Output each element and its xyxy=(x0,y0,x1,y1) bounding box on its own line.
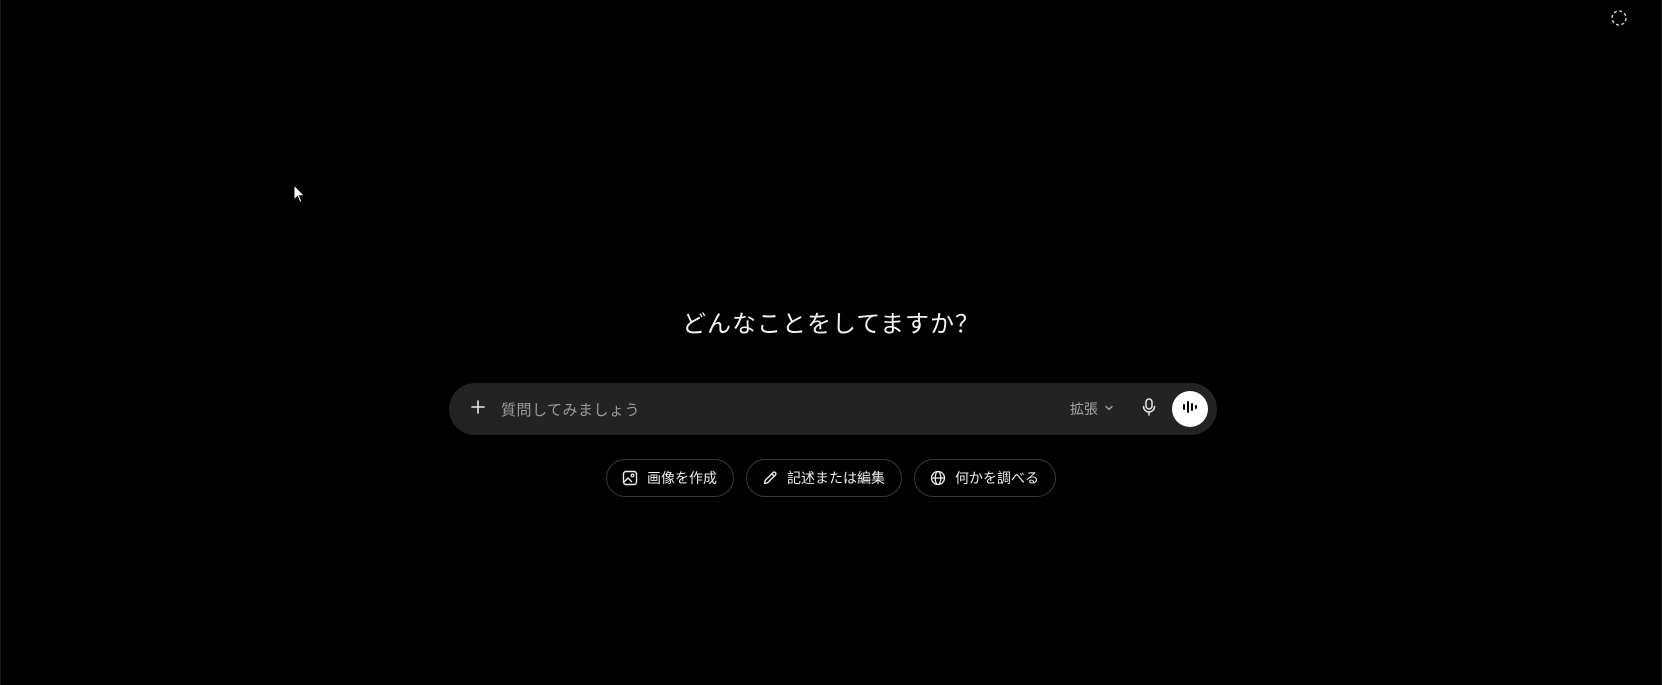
suggestion-chips: 画像を作成 記述または編集 何かを調べる xyxy=(1,459,1661,497)
mouse-cursor-icon xyxy=(293,183,307,204)
chip-label: 何かを調べる xyxy=(955,471,1039,487)
look-something-up-chip[interactable]: 何かを調べる xyxy=(914,459,1056,497)
plus-icon xyxy=(470,399,486,419)
model-selector-label: 拡張 xyxy=(1070,402,1098,418)
prompt-input[interactable]: 質問してみましょう xyxy=(501,399,1070,420)
create-image-chip[interactable]: 画像を作成 xyxy=(606,459,734,497)
chip-label: 画像を作成 xyxy=(647,471,717,487)
model-selector[interactable]: 拡張 xyxy=(1070,399,1114,419)
voice-waveform-icon xyxy=(1181,399,1199,419)
image-icon xyxy=(621,469,639,487)
page-title: どんなことをしてますか？ xyxy=(681,310,981,338)
chevron-down-icon xyxy=(1104,401,1114,417)
pencil-icon xyxy=(761,469,779,487)
mic-icon xyxy=(1141,398,1157,420)
app-window: どんなことをしてますか？ 質問してみましょう 拡張 画像を作成 記述または編集 … xyxy=(0,0,1662,685)
voice-mode-button[interactable] xyxy=(1172,391,1208,427)
write-or-edit-chip[interactable]: 記述または編集 xyxy=(746,459,902,497)
dashed-circle-icon[interactable] xyxy=(1609,8,1629,28)
chip-label: 記述または編集 xyxy=(787,471,885,487)
globe-icon xyxy=(929,469,947,487)
add-attachment-button[interactable] xyxy=(463,394,493,424)
dictate-button[interactable] xyxy=(1134,394,1164,424)
chat-composer: 質問してみましょう 拡張 xyxy=(449,383,1217,435)
